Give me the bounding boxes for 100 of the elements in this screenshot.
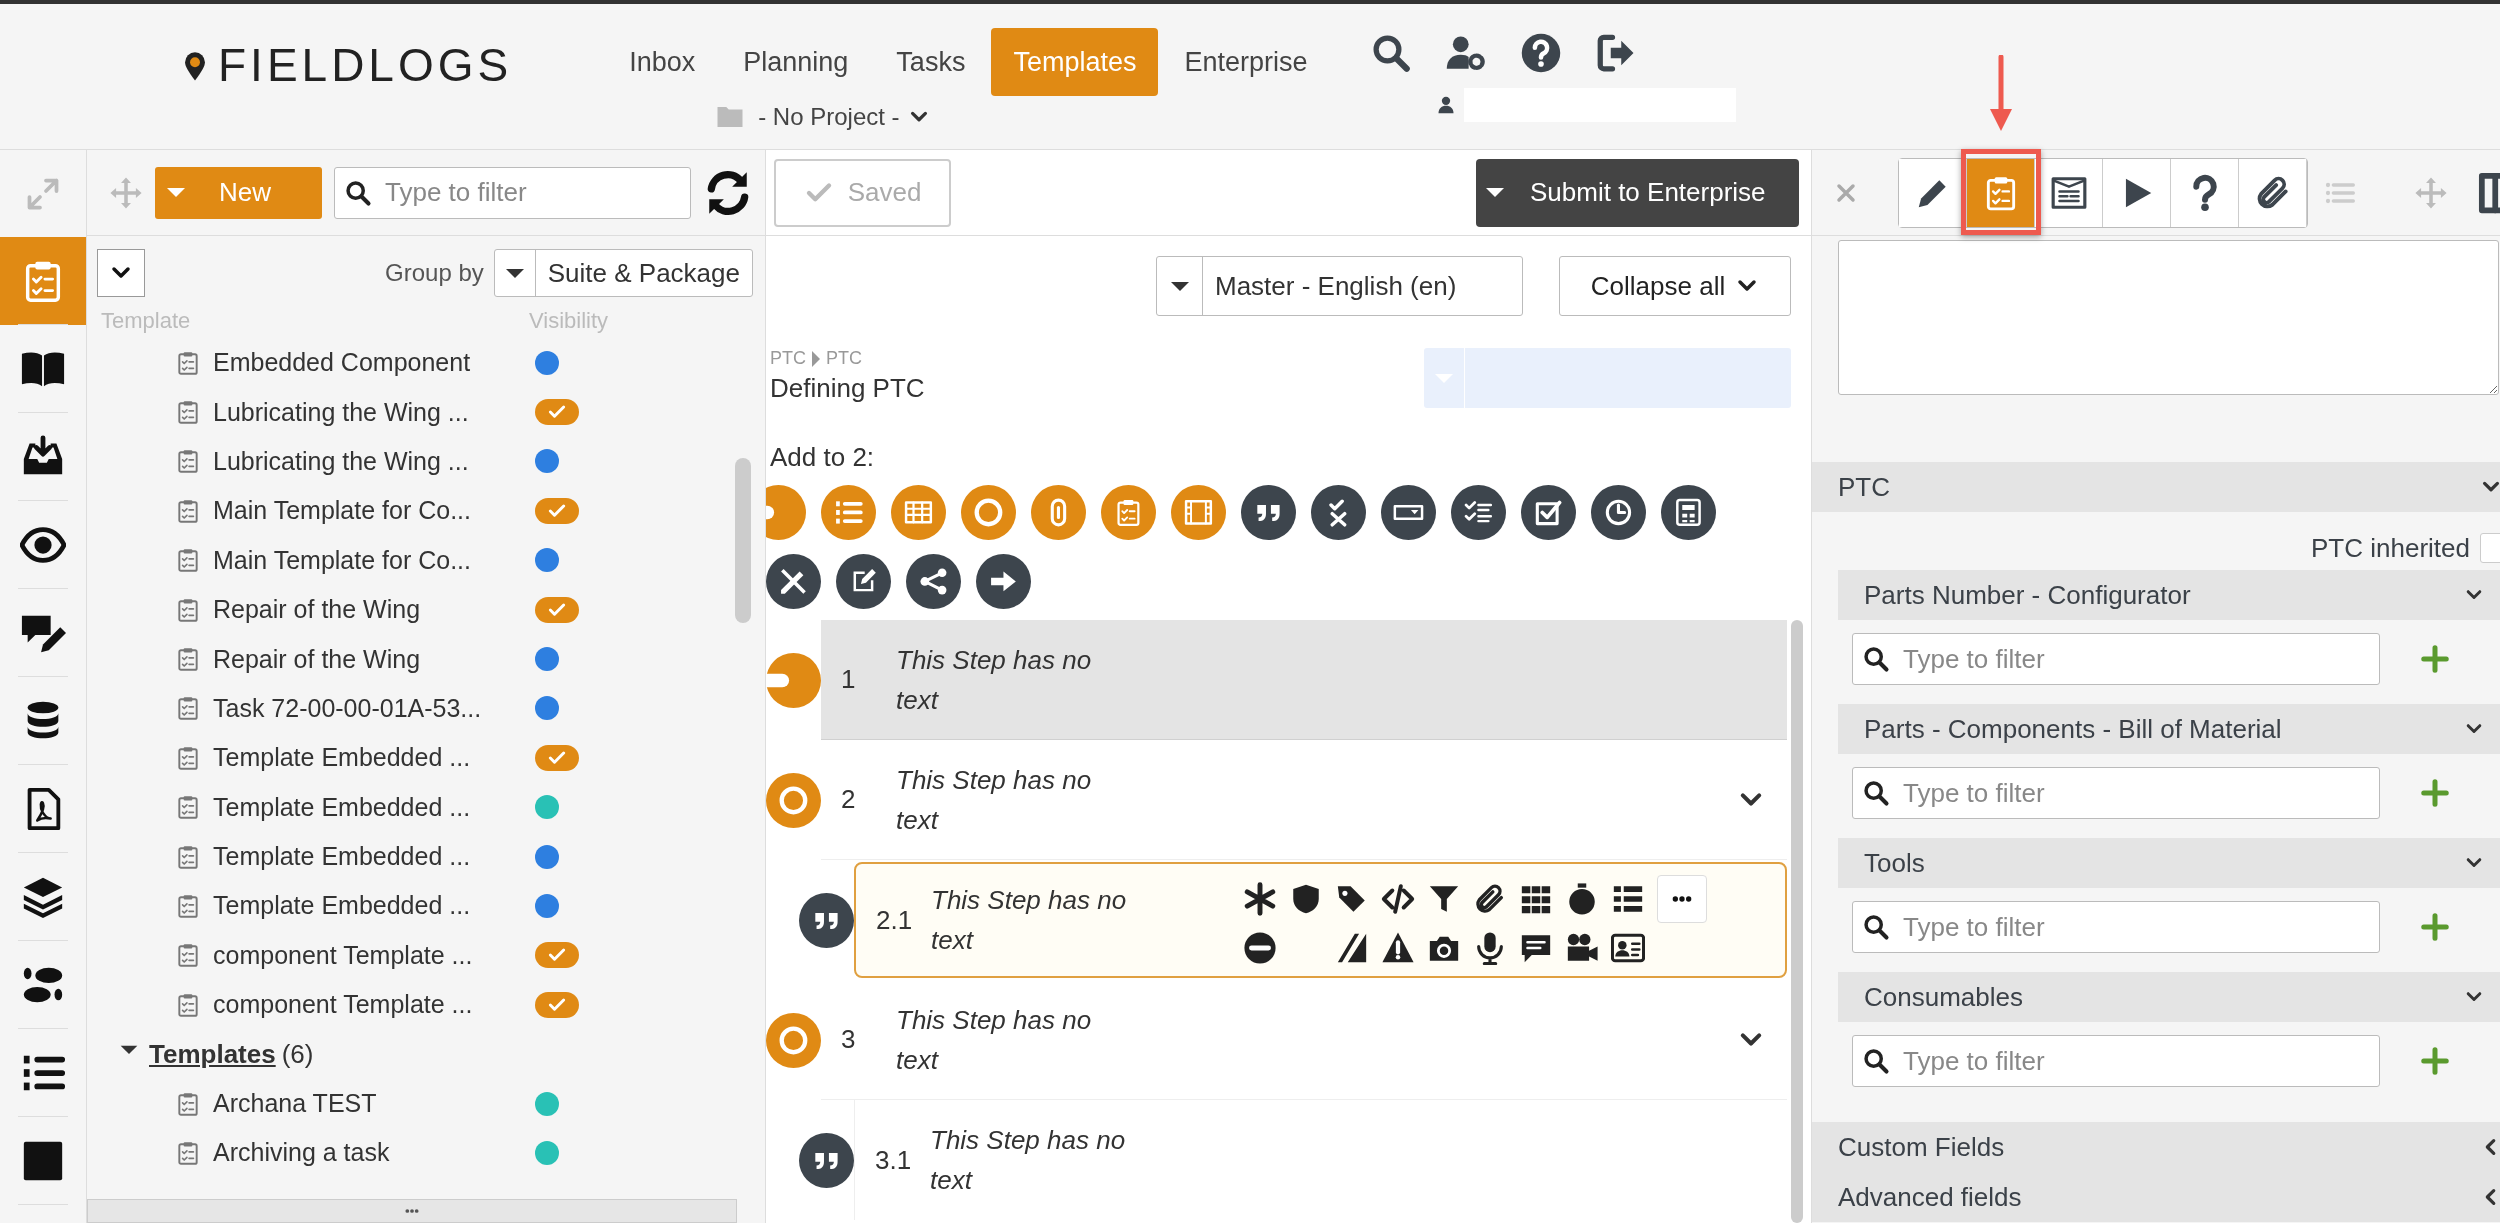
table-icon[interactable] [891,485,946,540]
clipboard-icon [175,349,201,376]
collapse-toggle[interactable] [97,249,145,297]
share-nodes-icon[interactable] [906,554,961,609]
warning-icon[interactable] [1381,931,1415,965]
dropdown-icon[interactable] [1381,485,1436,540]
template-item[interactable]: Archana TEST [213,1089,531,1119]
scrollbar-thumb[interactable] [1791,620,1803,1223]
template-item[interactable]: component Template ... [213,940,531,970]
template-item[interactable]: Archiving a task [213,1138,531,1168]
template-item[interactable]: Lubricating the Wing ... [213,446,531,476]
more-button[interactable] [1657,875,1707,923]
clipboard-icon [175,794,201,821]
step-text: This Step has no text [930,1124,1127,1197]
section-header[interactable]: Advanced fields [1812,1172,2500,1222]
section-header[interactable]: PTC [1812,462,2500,512]
step-number: 2.1 [875,904,914,936]
ring-icon[interactable] [961,485,1016,540]
clock-icon[interactable] [1591,485,1646,540]
clipboard-icon [175,1139,201,1166]
template-item[interactable]: component Template ... [213,990,531,1020]
arrow-right-icon[interactable] [976,554,1031,609]
film-icon[interactable] [1171,485,1226,540]
clipboard-icon [175,843,201,870]
nav-tab[interactable]: Inbox [607,28,718,96]
group-by-select[interactable]: Suite & Package [493,249,753,297]
submit-button[interactable]: Submit to Enterprise [1476,158,1799,227]
filter-field[interactable]: Type to filter [1852,1035,2380,1087]
step-text: This Step has no text [896,1003,1093,1077]
filter-field[interactable]: Type to filter [1852,901,2380,953]
ring-icon[interactable] [766,1012,821,1068]
language-select[interactable]: Master - English (en) [1156,256,1523,316]
filter-field[interactable]: Type to filter [334,166,691,219]
template-item[interactable]: Lubricating the Wing ... [213,397,531,427]
project-selector[interactable]: - No Project - [758,103,930,131]
pencil-ruler-icon[interactable] [766,554,821,609]
template-item[interactable]: Template Embedded ... [213,842,531,872]
edit-icon[interactable] [836,554,891,609]
caret-down-icon [167,188,185,197]
horizontal-scrollbar[interactable] [87,1199,737,1223]
template-item[interactable]: Repair of the Wing [213,595,531,625]
checkbox-icon[interactable] [1521,485,1576,540]
column-header: Template [100,308,192,335]
breadcrumb-arrow-icon [812,350,820,367]
asterisk-icon[interactable] [1243,882,1277,916]
template-item[interactable]: Main Template for Co... [213,545,531,575]
scrollbar-thumb[interactable] [735,458,751,623]
code-icon[interactable] [1381,882,1415,916]
clipboard-icon [175,1090,201,1117]
quote-icon[interactable] [799,892,854,948]
subsection-header[interactable]: Parts - Components - Bill of Material [1838,704,2500,754]
step-number: 3 [840,1024,857,1055]
clipboard-icon [175,942,201,969]
id-card-icon[interactable] [1611,931,1645,965]
filter-field[interactable]: Type to filter [1852,633,2380,685]
plus-icon[interactable] [2420,1046,2450,1076]
group-link[interactable]: Templates [149,1038,276,1070]
clipboard-icon [175,646,201,673]
subsection-header[interactable]: Tools [1838,838,2500,888]
ring-icon[interactable] [766,772,821,828]
nav-tab[interactable]: Tasks [874,28,988,96]
quote-icon[interactable] [799,1132,854,1188]
minus-circle-icon[interactable] [1243,931,1277,965]
template-item[interactable]: Embedded Component [213,348,531,378]
step-text: This Step has no text [896,763,1093,837]
column-header: Visibility [529,308,609,335]
clipboard-icon [175,744,201,771]
caret-down-icon [1170,281,1189,291]
quote-icon[interactable] [1241,485,1296,540]
step-card[interactable]: 1 This Step has no text [821,620,1787,740]
nav-tab[interactable]: Enterprise [1162,28,1330,96]
subsection-header[interactable]: Parts Number - Configurator [1838,570,2500,620]
filter-field[interactable]: Type to filter [1852,767,2380,819]
numbered-list-icon[interactable] [821,485,876,540]
step-title: Defining PTC [770,373,925,404]
template-item[interactable]: Template Embedded ... [213,792,531,822]
template-item[interactable]: Template Embedded ... [213,743,531,773]
half-ring-icon[interactable] [766,652,821,708]
clipboard-icon[interactable] [1101,485,1156,540]
check-cross-icon[interactable] [1311,485,1366,540]
section-header[interactable]: Custom Fields [1812,1122,2500,1172]
caret-down-icon [505,268,524,278]
calculator-icon[interactable] [1661,485,1716,540]
plus-icon[interactable] [2420,644,2450,674]
template-item[interactable]: Task 72-00-00-01A-53... [213,693,531,723]
template-item[interactable]: Main Template for Co... [213,496,531,526]
plus-icon[interactable] [2420,778,2450,808]
nav-tab[interactable]: Planning [721,28,871,96]
subsection-header[interactable]: Consumables [1838,972,2500,1022]
checklist-icon[interactable] [1451,485,1506,540]
help-icon[interactable] [1519,32,1562,74]
template-item[interactable]: Template Embedded ... [213,891,531,921]
collapse-all-button[interactable]: Collapse all [1559,256,1791,316]
clipboard-icon [175,893,201,919]
loop-icon[interactable] [1031,485,1086,540]
template-item[interactable]: Repair of the Wing [213,644,531,674]
half-ring-icon[interactable] [766,485,806,540]
plus-icon[interactable] [2420,912,2450,942]
slash-bars-icon[interactable] [1335,931,1369,965]
clipboard-icon [175,399,201,426]
